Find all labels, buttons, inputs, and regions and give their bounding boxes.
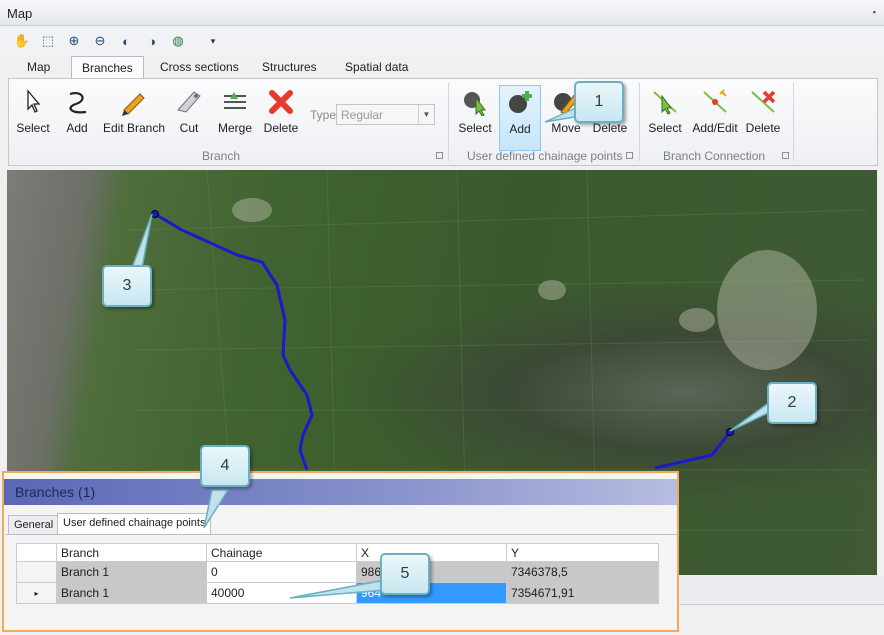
- chainage-select-button[interactable]: Select: [455, 85, 495, 143]
- edit-branch-button[interactable]: Edit Branch: [103, 85, 165, 143]
- group-divider: [639, 83, 640, 161]
- chainage-point-start: [151, 210, 159, 218]
- cut-button[interactable]: Cut: [171, 85, 207, 143]
- panel-title: Branches (1): [15, 484, 96, 500]
- type-label: Type: [310, 108, 337, 122]
- column-header[interactable]: Y: [506, 543, 659, 562]
- zoom-box-icon[interactable]: ⬚: [39, 32, 57, 50]
- chainage-add-button[interactable]: Add: [499, 85, 541, 151]
- connection-group-label: Branch Connection: [663, 149, 766, 163]
- column-header[interactable]: Branch: [56, 543, 207, 562]
- callout-4: 4: [200, 445, 250, 487]
- tab-user-defined-chainage-points[interactable]: User defined chainage points: [57, 513, 212, 535]
- status-strip: [680, 575, 884, 605]
- tab-general[interactable]: General: [8, 515, 60, 535]
- branch-add-button[interactable]: Add: [59, 85, 95, 143]
- zoom-next-icon[interactable]: ◑: [143, 32, 161, 50]
- chainage-group-label: User defined chainage points: [467, 149, 623, 163]
- callout-3: 3: [102, 265, 152, 307]
- column-header[interactable]: X: [356, 543, 507, 562]
- table-row[interactable]: Branch 1 0 986 7346378,5: [16, 561, 659, 583]
- connection-add-edit-button[interactable]: Add/Edit: [689, 85, 741, 143]
- cursor-arrow-icon: [17, 87, 49, 117]
- tab-cross-sections[interactable]: Cross sections: [150, 56, 249, 78]
- chainage-point-end: [726, 428, 734, 436]
- tab-branches[interactable]: Branches: [71, 56, 144, 78]
- zoom-out-icon[interactable]: ⊖: [91, 32, 109, 50]
- add-branch-icon: [61, 87, 93, 117]
- callout-5: 5: [380, 553, 430, 595]
- add-edit-connection-icon: [699, 87, 731, 117]
- current-row-marker-icon[interactable]: ▸: [16, 582, 57, 604]
- row-header-corner: [16, 543, 57, 562]
- cell-y[interactable]: 7354671,91: [506, 582, 659, 604]
- table-row[interactable]: ▸ Branch 1 40000 964 7354671,91: [16, 582, 659, 604]
- merge-button[interactable]: Merge: [215, 85, 255, 143]
- zoom-in-icon[interactable]: ⊕: [65, 32, 83, 50]
- delete-connection-icon: [747, 87, 779, 117]
- callout-2: 2: [767, 382, 817, 424]
- callout-1: 1: [574, 81, 624, 123]
- pencil-icon: [117, 87, 149, 117]
- dialog-launcher-icon[interactable]: [626, 152, 633, 159]
- tab-map[interactable]: Map: [17, 56, 60, 78]
- branch-select-button[interactable]: Select: [13, 85, 53, 143]
- add-point-icon: [504, 88, 536, 118]
- pan-hand-icon[interactable]: ✋: [13, 32, 31, 50]
- overflow-icon[interactable]: ▾: [204, 32, 222, 50]
- table-header-row: Branch Chainage X Y: [16, 543, 659, 562]
- chevron-down-icon: ▼: [418, 105, 434, 124]
- cell-branch[interactable]: Branch 1: [56, 582, 207, 604]
- branch-group-label: Branch: [202, 149, 241, 163]
- select-connection-icon: [649, 87, 681, 117]
- group-divider: [448, 83, 449, 161]
- branch-line: [154, 212, 732, 471]
- cell-branch[interactable]: Branch 1: [56, 561, 207, 583]
- row-header[interactable]: [16, 561, 57, 583]
- column-header[interactable]: Chainage: [206, 543, 357, 562]
- map-toolbar: ✋ ⬚ ⊕ ⊖ ◐ ◑ ◍ ▾: [0, 27, 884, 55]
- pin-icon[interactable]: ▪: [873, 7, 876, 17]
- merge-icon: [219, 87, 251, 117]
- dialog-launcher-icon[interactable]: [436, 152, 443, 159]
- type-select[interactable]: Regular ▼: [336, 104, 435, 125]
- dialog-launcher-icon[interactable]: [782, 152, 789, 159]
- zoom-previous-icon[interactable]: ◐: [117, 32, 135, 50]
- globe-icon[interactable]: ◍: [169, 32, 187, 50]
- select-point-icon: [459, 87, 491, 117]
- branches-panel: Branches (1) General User defined chaina…: [2, 471, 679, 632]
- window-titlebar: Map ▪: [0, 0, 884, 26]
- window-title: Map: [7, 6, 33, 21]
- cell-chainage[interactable]: 40000: [206, 582, 357, 604]
- cut-knife-icon: [173, 87, 205, 117]
- connection-delete-button[interactable]: Delete: [743, 85, 783, 143]
- chainage-table: Branch Chainage X Y Branch 1 0 986 73463…: [16, 543, 659, 604]
- branch-delete-button[interactable]: Delete: [261, 85, 301, 143]
- ribbon: Select Add Edit Branch Cut Merge Delete …: [8, 78, 878, 166]
- group-divider: [793, 83, 794, 161]
- tab-structures[interactable]: Structures: [252, 56, 327, 78]
- cell-x[interactable]: 964: [356, 582, 507, 604]
- cell-chainage[interactable]: 0: [206, 561, 357, 583]
- panel-header: Branches (1): [4, 479, 677, 505]
- connection-select-button[interactable]: Select: [645, 85, 685, 143]
- tab-divider: [6, 534, 677, 535]
- cell-x[interactable]: 986: [356, 561, 507, 583]
- delete-x-icon: [265, 87, 297, 117]
- tab-spatial-data[interactable]: Spatial data: [335, 56, 418, 78]
- cell-y[interactable]: 7346378,5: [506, 561, 659, 583]
